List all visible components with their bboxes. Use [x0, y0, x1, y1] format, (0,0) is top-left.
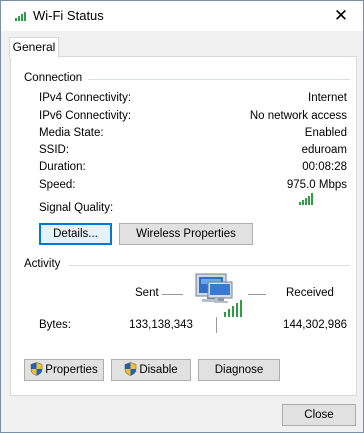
signal-quality-meter: [299, 193, 315, 205]
details-button[interactable]: Details...: [39, 223, 112, 245]
signal-bar: [311, 193, 313, 205]
properties-label: Properties: [45, 364, 98, 376]
signal-bar: [305, 198, 307, 205]
connection-heading: Connection: [24, 72, 83, 84]
signal-quality-label: Signal Quality:: [39, 202, 114, 214]
general-panel: Connection IPv4 Connectivity: Internet I…: [10, 56, 357, 396]
signal-bar: [302, 200, 304, 205]
wifi-status-window: Wi-Fi Status ✕ General Connection IPv4 C…: [0, 0, 364, 433]
ssid-label: SSID:: [39, 144, 70, 156]
speed-label: Speed:: [39, 179, 76, 191]
network-computer-icon: [195, 273, 242, 317]
sent-label: Sent: [135, 287, 159, 299]
ipv6-value: No network access: [249, 110, 347, 122]
received-connector: [248, 294, 266, 295]
close-window-button[interactable]: ✕: [319, 1, 363, 31]
ssid-value: eduroam: [301, 144, 347, 156]
bytes-sent-value: 133,138,343: [129, 319, 193, 331]
bytes-divider: [216, 317, 217, 333]
signal-bar: [299, 202, 301, 205]
tab-strip: General: [1, 31, 363, 58]
disable-button[interactable]: Disable: [111, 359, 191, 381]
title-bar[interactable]: Wi-Fi Status ✕: [1, 1, 363, 31]
connection-divider: [88, 79, 350, 80]
duration-value: 00:08:28: [302, 161, 347, 173]
ipv4-value: Internet: [308, 92, 347, 104]
bytes-label: Bytes:: [39, 319, 71, 331]
uac-shield-icon: [30, 362, 43, 376]
media-state-label: Media State:: [39, 127, 104, 139]
received-label: Received: [286, 287, 334, 299]
duration-label: Duration:: [39, 161, 86, 173]
signal-bar: [308, 196, 310, 205]
properties-button[interactable]: Properties: [24, 359, 104, 381]
sent-connector: [162, 294, 183, 295]
diagnose-button[interactable]: Diagnose: [198, 359, 280, 381]
media-state-value: Enabled: [304, 127, 347, 139]
ipv6-label: IPv6 Connectivity:: [39, 110, 132, 122]
activity-heading: Activity: [24, 258, 61, 270]
tab-general[interactable]: General: [9, 37, 59, 58]
speed-value: 975.0 Mbps: [286, 179, 347, 191]
activity-divider: [69, 265, 350, 266]
dialog-footer: Close: [1, 396, 363, 432]
disable-label: Disable: [139, 364, 178, 376]
ipv4-label: IPv4 Connectivity:: [39, 92, 132, 104]
close-button[interactable]: Close: [282, 404, 356, 426]
bytes-received-value: 144,302,986: [283, 319, 347, 331]
wifi-signal-icon: [15, 12, 26, 21]
window-title: Wi-Fi Status: [33, 8, 104, 23]
wireless-properties-button[interactable]: Wireless Properties: [119, 223, 253, 245]
uac-shield-icon: [125, 362, 137, 376]
